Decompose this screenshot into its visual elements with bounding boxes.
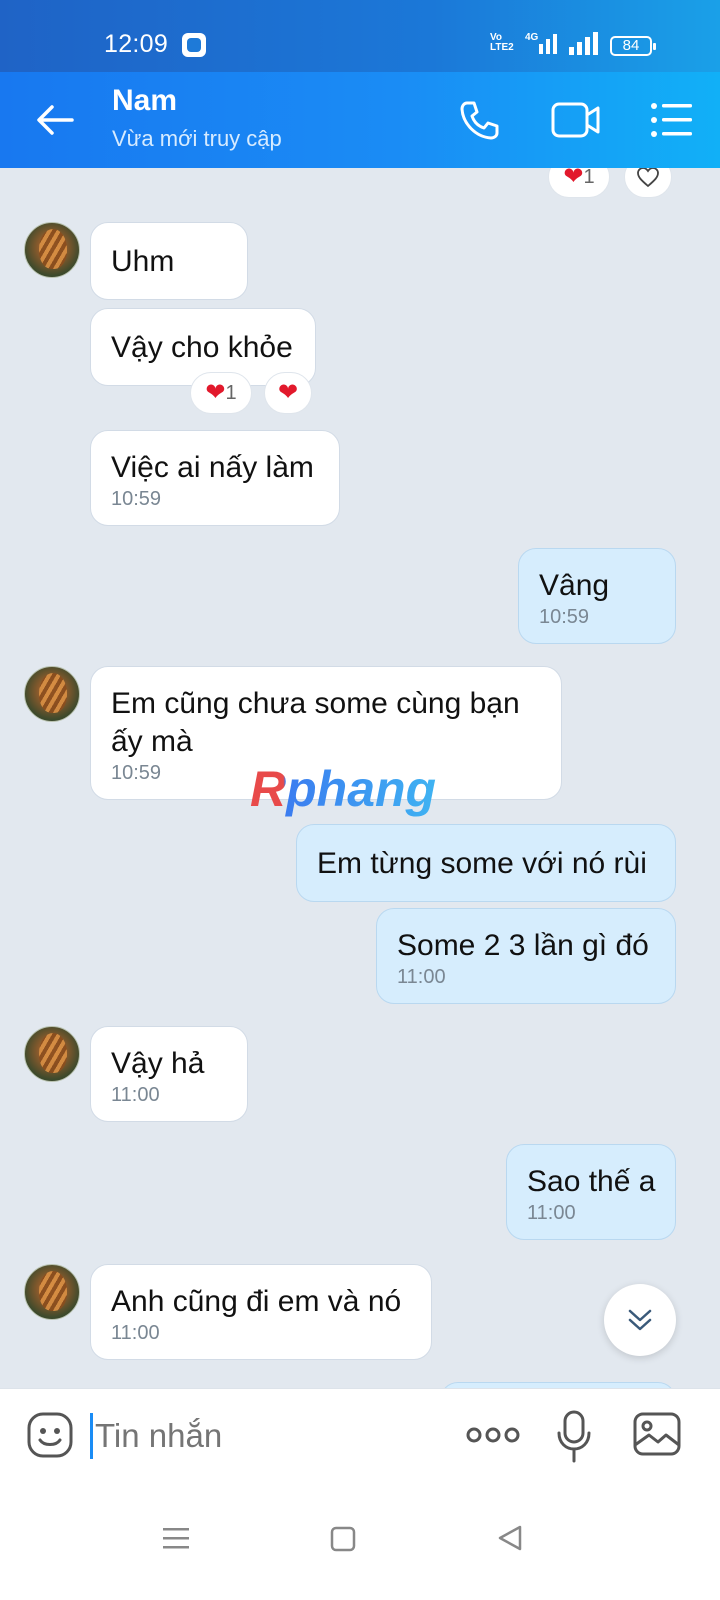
message-text: Some 2 3 lần gì đó xyxy=(397,929,649,962)
signal-icon xyxy=(569,32,598,55)
chevron-double-down-icon xyxy=(628,1309,652,1331)
message-text: Vậy cho khỏe xyxy=(111,331,293,364)
message-list[interactable]: ❤ 1 Uhm Vậy cho khỏe ❤ 1 ❤ Việc ai nấy l… xyxy=(0,168,720,1414)
message-time: 11:00 xyxy=(527,1202,576,1224)
system-nav-bar xyxy=(0,1486,720,1600)
message-bubble-incoming[interactable]: Anh cũng đi em và nó 11:00 xyxy=(90,1264,432,1360)
message-text: Anh cũng đi em và nó xyxy=(111,1285,402,1318)
status-bar: 12:09 Vo LTE2 4G 84 xyxy=(0,0,720,72)
contact-status: Vừa mới truy cập xyxy=(112,126,282,151)
heart-icon: ❤ xyxy=(563,168,584,190)
message-input-bar xyxy=(0,1388,720,1486)
reaction-badge[interactable]: ❤ 1 xyxy=(190,372,252,414)
message-text: Vậy hả xyxy=(111,1047,205,1080)
message-bubble-outgoing[interactable]: Em từng some với nó rùi xyxy=(296,824,676,902)
app-notification-icon xyxy=(182,33,206,57)
emoji-icon[interactable] xyxy=(26,1411,74,1459)
message-text: Vâng xyxy=(539,569,610,602)
message-bubble-incoming[interactable]: Việc ai nấy làm 10:59 xyxy=(90,430,340,526)
contact-avatar[interactable] xyxy=(24,222,80,278)
message-text: Sao thế a xyxy=(527,1165,656,1198)
message-text: Việc ai nấy làm xyxy=(111,451,314,484)
scroll-to-bottom-button[interactable] xyxy=(604,1284,676,1356)
message-bubble-outgoing[interactable]: Vâng 10:59 xyxy=(518,548,676,644)
message-input[interactable] xyxy=(95,1417,425,1455)
recents-menu-icon[interactable] xyxy=(162,1526,190,1550)
text-caret xyxy=(90,1413,93,1459)
battery-indicator: 84 xyxy=(610,36,656,56)
message-time: 11:00 xyxy=(111,1322,160,1344)
image-icon[interactable] xyxy=(632,1411,682,1457)
back-triangle-icon[interactable] xyxy=(496,1524,524,1552)
reaction-badge[interactable]: ❤ 1 xyxy=(548,168,610,198)
microphone-icon[interactable] xyxy=(556,1409,592,1465)
phone-icon[interactable] xyxy=(458,98,502,142)
more-dots-icon[interactable] xyxy=(466,1423,520,1447)
status-time: 12:09 xyxy=(104,30,169,58)
message-text: Uhm xyxy=(111,245,175,278)
home-square-icon[interactable] xyxy=(330,1526,356,1552)
message-bubble-incoming[interactable]: Uhm xyxy=(90,222,248,300)
list-menu-icon[interactable] xyxy=(650,100,694,140)
heart-icon: ❤ xyxy=(277,379,299,406)
contact-avatar[interactable] xyxy=(24,666,80,722)
contact-avatar[interactable] xyxy=(24,1026,80,1082)
chat-header: Nam Vừa mới truy cập xyxy=(0,72,720,168)
message-time: 10:59 xyxy=(539,606,590,628)
video-camera-icon[interactable] xyxy=(550,98,602,142)
contact-avatar[interactable] xyxy=(24,1264,80,1320)
heart-outline-icon xyxy=(637,168,659,188)
network-4g-icon: 4G xyxy=(525,32,557,54)
reaction-count: 1 xyxy=(225,381,237,404)
message-text: Em từng some với nó rùi xyxy=(317,847,647,880)
message-time: 10:59 xyxy=(111,488,162,510)
contact-name[interactable]: Nam xyxy=(112,84,177,118)
volte-indicator: Vo LTE2 xyxy=(490,32,514,53)
react-button[interactable] xyxy=(624,168,672,198)
heart-icon: ❤ xyxy=(205,379,226,406)
message-time: 11:00 xyxy=(111,1084,160,1106)
message-bubble-outgoing[interactable]: Some 2 3 lần gì đó 11:00 xyxy=(376,908,676,1004)
react-button[interactable]: ❤ xyxy=(264,372,312,414)
message-bubble-incoming[interactable]: Vậy hả 11:00 xyxy=(90,1026,248,1122)
message-text-line: ấy mà xyxy=(111,725,193,758)
reaction-count: 1 xyxy=(583,168,595,188)
watermark-logo: Rphang xyxy=(250,761,437,817)
message-text-line: Em cũng chưa some cùng bạn xyxy=(111,687,520,720)
message-time: 11:00 xyxy=(397,966,446,988)
message-bubble-outgoing[interactable]: Sao thế a 11:00 xyxy=(506,1144,676,1240)
back-arrow-icon[interactable] xyxy=(34,98,78,142)
svg-text:4G: 4G xyxy=(525,32,539,43)
